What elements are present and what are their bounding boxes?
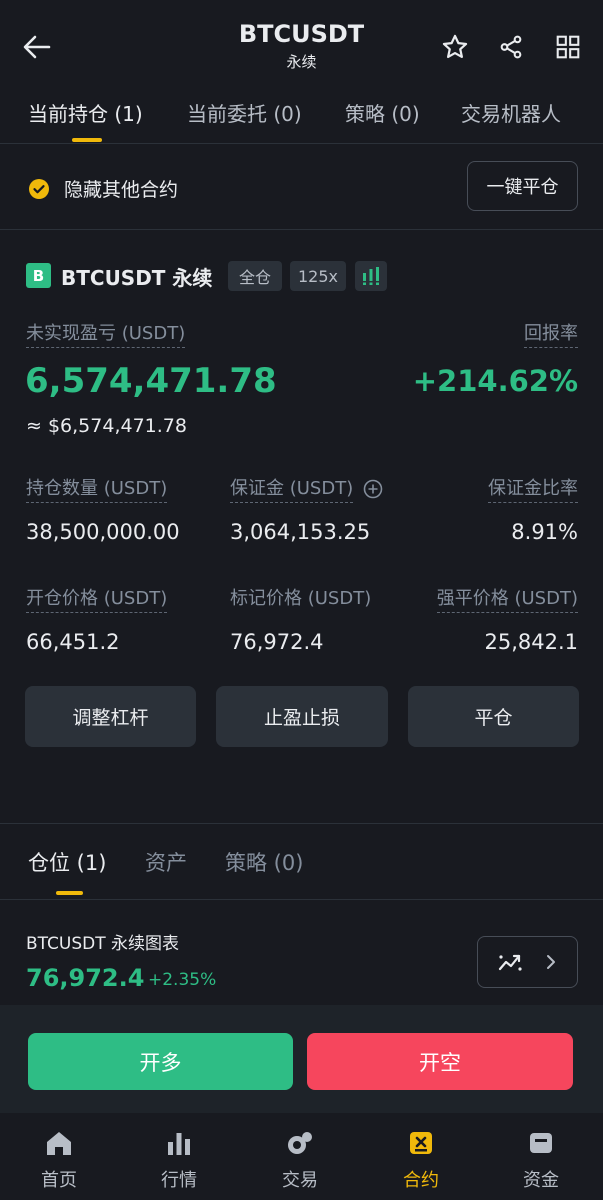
share-icon[interactable]: [494, 30, 528, 64]
add-margin-icon[interactable]: [363, 479, 383, 499]
nav-trade-label: 交易: [282, 1170, 318, 1191]
star-icon[interactable]: [438, 30, 472, 64]
trade-icon: [288, 1132, 312, 1154]
margin-mode-badge: 全仓: [228, 261, 282, 291]
margin-label[interactable]: 保证金 (USDT): [230, 474, 354, 503]
hide-other-contracts-checkbox[interactable]: 隐藏其他合约: [28, 175, 178, 202]
nav-home-label: 首页: [41, 1170, 77, 1191]
mark-price-value: 76,972.4: [230, 630, 324, 654]
divider: [0, 899, 603, 900]
unrealized-pnl-label[interactable]: 未实现盈亏 (USDT): [26, 319, 186, 348]
nav-futures-label: 合约: [403, 1170, 439, 1191]
hide-other-contracts-label: 隐藏其他合约: [64, 179, 179, 201]
subtab-active-indicator: [56, 891, 83, 895]
subtab-strategies[interactable]: 策略 (0): [225, 847, 303, 877]
tab-positions[interactable]: 当前持仓 (1): [28, 98, 143, 127]
margin-label-group: 保证金 (USDT): [230, 474, 383, 503]
margin-ratio-value: 8.91%: [511, 520, 578, 544]
signal-strength-icon: [355, 261, 387, 291]
subtab-assets[interactable]: 资产: [145, 847, 187, 877]
grid-menu-icon[interactable]: [551, 30, 585, 64]
wallet-icon: [530, 1133, 552, 1153]
position-size-value: 38,500,000.00: [26, 520, 180, 544]
subtab-positions[interactable]: 仓位 (1): [28, 847, 106, 877]
roe-value: +214.62%: [412, 364, 578, 398]
chart-change: +2.35%: [148, 970, 217, 990]
liquidation-price-value: 25,842.1: [484, 630, 578, 654]
tab-open-orders[interactable]: 当前委托 (0): [187, 98, 302, 127]
position-name[interactable]: BTCUSDT 永续: [61, 262, 212, 291]
close-position-button[interactable]: 平仓: [408, 686, 579, 747]
check-circle-icon: [29, 178, 49, 199]
bar-chart-icon: [168, 1133, 190, 1155]
position-size-label[interactable]: 持仓数量 (USDT): [26, 474, 168, 503]
tp-sl-button[interactable]: 止盈止损: [216, 686, 388, 747]
open-long-button[interactable]: 开多: [28, 1033, 293, 1090]
nav-funds-label: 资金: [523, 1170, 559, 1191]
nav-markets-label: 行情: [161, 1170, 197, 1191]
pnl-usd-value: ≈ $6,574,471.78: [26, 415, 187, 437]
chart-trend-icon: [499, 954, 522, 971]
mark-price-label: 标记价格 (USDT): [230, 588, 372, 609]
roe-label[interactable]: 回报率: [524, 319, 578, 348]
leverage-badge: 125x: [290, 261, 346, 291]
tab-trading-bots[interactable]: 交易机器人: [461, 98, 561, 127]
home-icon: [47, 1132, 71, 1155]
unrealized-pnl-value: 6,574,471.78: [25, 361, 277, 401]
nav-futures[interactable]: 合约: [381, 1130, 461, 1192]
entry-price-label[interactable]: 开仓价格 (USDT): [26, 584, 168, 613]
close-all-button[interactable]: 一键平仓: [467, 161, 578, 211]
divider: [0, 229, 603, 230]
section-divider: [0, 823, 603, 824]
entry-price-value: 66,451.2: [26, 630, 120, 654]
nav-trade[interactable]: 交易: [260, 1130, 340, 1192]
margin-ratio-label[interactable]: 保证金比率: [488, 474, 578, 503]
open-short-button[interactable]: 开空: [307, 1033, 573, 1090]
contract-badge: B: [26, 263, 51, 288]
open-chart-button[interactable]: [477, 936, 578, 988]
chevron-right-icon: [546, 955, 555, 969]
tab-strategies[interactable]: 策略 (0): [345, 98, 420, 127]
margin-value: 3,064,153.25: [230, 520, 371, 544]
tab-active-indicator: [72, 138, 102, 142]
nav-home[interactable]: 首页: [19, 1130, 99, 1192]
nav-markets[interactable]: 行情: [139, 1130, 219, 1192]
adjust-leverage-button[interactable]: 调整杠杆: [25, 686, 196, 747]
liquidation-price-label[interactable]: 强平价格 (USDT): [436, 584, 578, 613]
chart-title[interactable]: BTCUSDT 永续图表: [26, 929, 179, 954]
nav-funds[interactable]: 资金: [501, 1130, 581, 1192]
divider: [0, 143, 603, 144]
futures-icon: [410, 1132, 432, 1154]
chart-price: 76,972.4: [26, 964, 145, 992]
